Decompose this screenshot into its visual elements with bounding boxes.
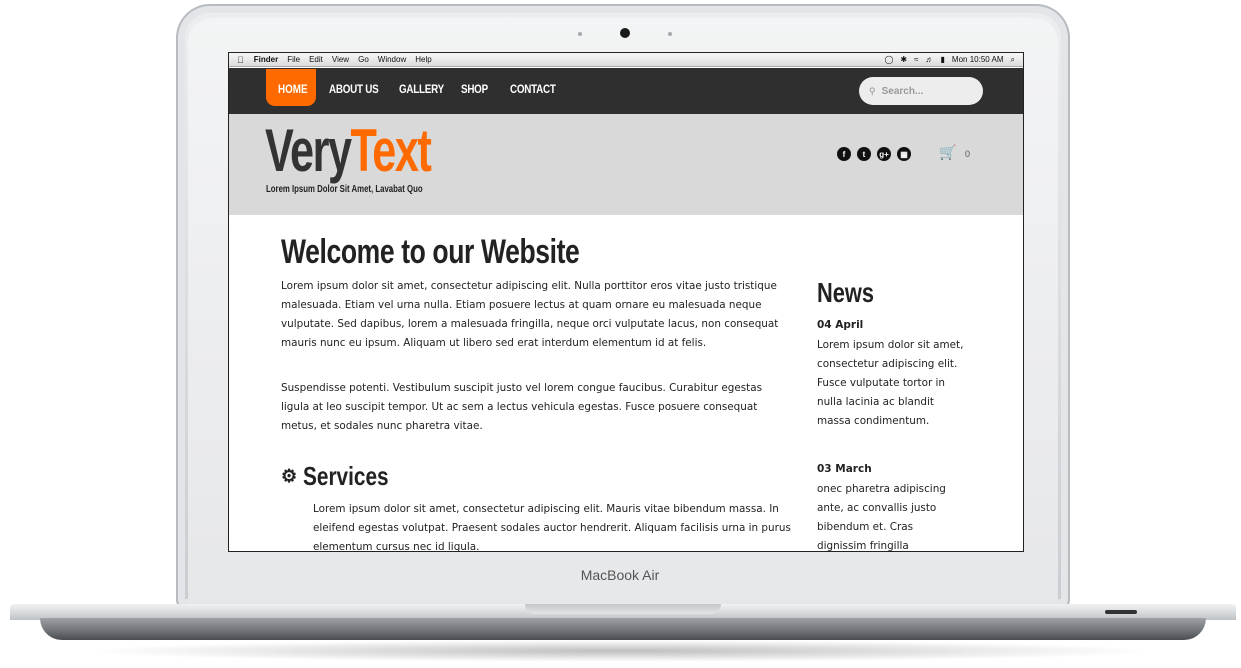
- menu-go[interactable]: Go: [358, 55, 369, 64]
- site-header: VeryText Lorem Ipsum Dolor Sit Amet, Lav…: [229, 114, 1023, 215]
- laptop-screen:  Finder File Edit View Go Window Help ◯…: [228, 52, 1024, 552]
- news-heading: News: [817, 277, 875, 308]
- nav-shop[interactable]: SHOP: [461, 82, 488, 96]
- camera-icon: [620, 28, 630, 38]
- second-paragraph: Suspendisse potenti. Vestibulum suscipit…: [281, 382, 763, 432]
- laptop-base-edge: [40, 618, 1206, 640]
- lid-opening-notch: [525, 604, 721, 614]
- nav-contact[interactable]: CONTACT: [510, 82, 556, 96]
- logo-part-very: Very: [265, 117, 352, 184]
- sensor-dot: [578, 32, 582, 36]
- menu-finder[interactable]: Finder: [254, 55, 278, 64]
- social-links: f t g+ ▦: [837, 147, 911, 161]
- news-date: 04 April: [817, 319, 864, 331]
- search-input[interactable]: ⚲ Search...: [859, 77, 983, 105]
- menubar-clock[interactable]: Mon 10:50 AM: [952, 55, 1004, 64]
- services-text: Lorem ipsum dolor sit amet, consectetur …: [313, 503, 791, 552]
- wifi-icon[interactable]: ≈: [914, 55, 918, 64]
- nav-gallery[interactable]: GALLERY: [399, 82, 444, 96]
- menubar-status-area: ◯ ✱ ≈ ♬ ▮ Mon 10:50 AM ⌕: [884, 55, 1015, 65]
- battery-icon[interactable]: ▮: [941, 55, 945, 64]
- main-content: Welcome to our Website Lorem ipsum dolor…: [229, 215, 1023, 552]
- menu-view[interactable]: View: [332, 55, 349, 64]
- menu-file[interactable]: File: [287, 55, 300, 64]
- logo-part-text: Text: [350, 117, 432, 184]
- menu-help[interactable]: Help: [415, 55, 431, 64]
- page-title: Welcome to our Website: [281, 233, 580, 271]
- laptop-shadow: [80, 640, 1160, 662]
- apple-icon[interactable]: : [237, 55, 244, 65]
- volume-icon[interactable]: ♬: [926, 55, 934, 64]
- nav-home-label: HOME: [278, 82, 308, 96]
- site-logo[interactable]: VeryText: [265, 116, 432, 186]
- search-placeholder: Search...: [881, 85, 924, 97]
- search-icon: ⚲: [869, 85, 876, 96]
- gears-icon: ⚙: [281, 466, 298, 486]
- services-title: Services: [303, 461, 389, 491]
- nav-home[interactable]: HOME: [266, 69, 316, 106]
- nav-about-us[interactable]: ABOUT US: [329, 82, 379, 96]
- notification-icon[interactable]: ◯: [884, 55, 893, 64]
- intro-paragraph: Lorem ipsum dolor sit amet, consectetur …: [281, 280, 779, 349]
- sensor-dot: [668, 32, 672, 36]
- news-text: Lorem ipsum dolor sit amet, consectetur …: [817, 339, 964, 427]
- news-date: 03 March: [817, 463, 872, 475]
- side-port: [1105, 610, 1137, 614]
- bluetooth-icon[interactable]: ✱: [900, 55, 907, 64]
- site-navbar: HOME ABOUT US GALLERY SHOP CONTACT ⚲ Sea…: [229, 68, 1023, 114]
- os-menubar:  Finder File Edit View Go Window Help ◯…: [229, 53, 1023, 67]
- menu-window[interactable]: Window: [378, 55, 406, 64]
- services-heading: ⚙ Services: [281, 461, 410, 492]
- google-plus-icon[interactable]: g+: [877, 147, 891, 161]
- windows-icon[interactable]: ▦: [897, 147, 911, 161]
- device-brand-label: MacBook Air: [580, 567, 660, 583]
- menu-edit[interactable]: Edit: [309, 55, 323, 64]
- cart-icon[interactable]: 🛒: [939, 145, 956, 161]
- cart-count: 0: [965, 149, 971, 159]
- site-tagline: Lorem Ipsum Dolor Sit Amet, Lavabat Quo: [266, 184, 423, 195]
- spotlight-icon[interactable]: ⌕: [1011, 55, 1015, 65]
- twitter-icon[interactable]: t: [857, 147, 871, 161]
- news-text: onec pharetra adipiscing ante, ac conval…: [817, 483, 946, 552]
- facebook-icon[interactable]: f: [837, 147, 851, 161]
